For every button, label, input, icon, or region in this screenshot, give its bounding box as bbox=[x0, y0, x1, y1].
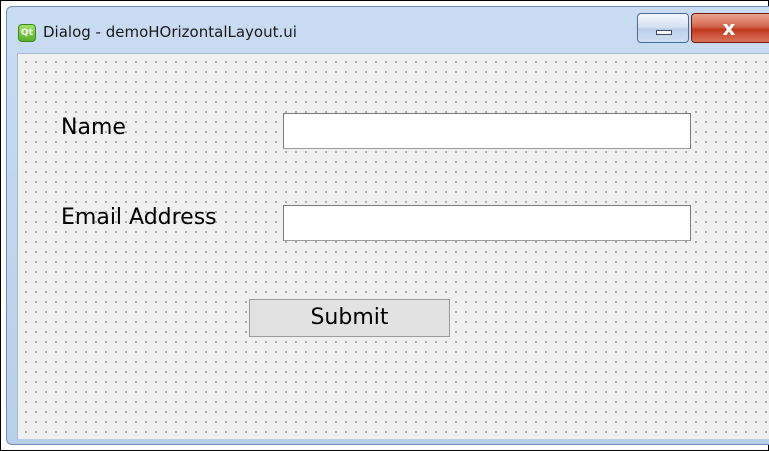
minimize-icon bbox=[656, 30, 672, 35]
minimize-button[interactable] bbox=[637, 13, 689, 43]
form-canvas: Name Email Address Submit bbox=[17, 53, 769, 439]
window-title: Dialog - demoHOrizontalLayout.ui bbox=[43, 23, 297, 41]
close-button[interactable]: x bbox=[691, 13, 769, 43]
qt-icon: Qt bbox=[18, 24, 36, 42]
email-address-label: Email Address bbox=[61, 205, 217, 230]
screenshot-frame: Qt Dialog - demoHOrizontalLayout.ui x Na… bbox=[0, 0, 769, 451]
email-address-input[interactable] bbox=[283, 205, 691, 241]
submit-button[interactable]: Submit bbox=[249, 299, 450, 337]
name-input[interactable] bbox=[283, 113, 691, 149]
dialog-window: Qt Dialog - demoHOrizontalLayout.ui x Na… bbox=[6, 6, 769, 445]
title-bar[interactable]: Qt Dialog - demoHOrizontalLayout.ui x bbox=[7, 7, 769, 53]
name-label: Name bbox=[61, 115, 126, 140]
close-icon: x bbox=[722, 16, 736, 40]
